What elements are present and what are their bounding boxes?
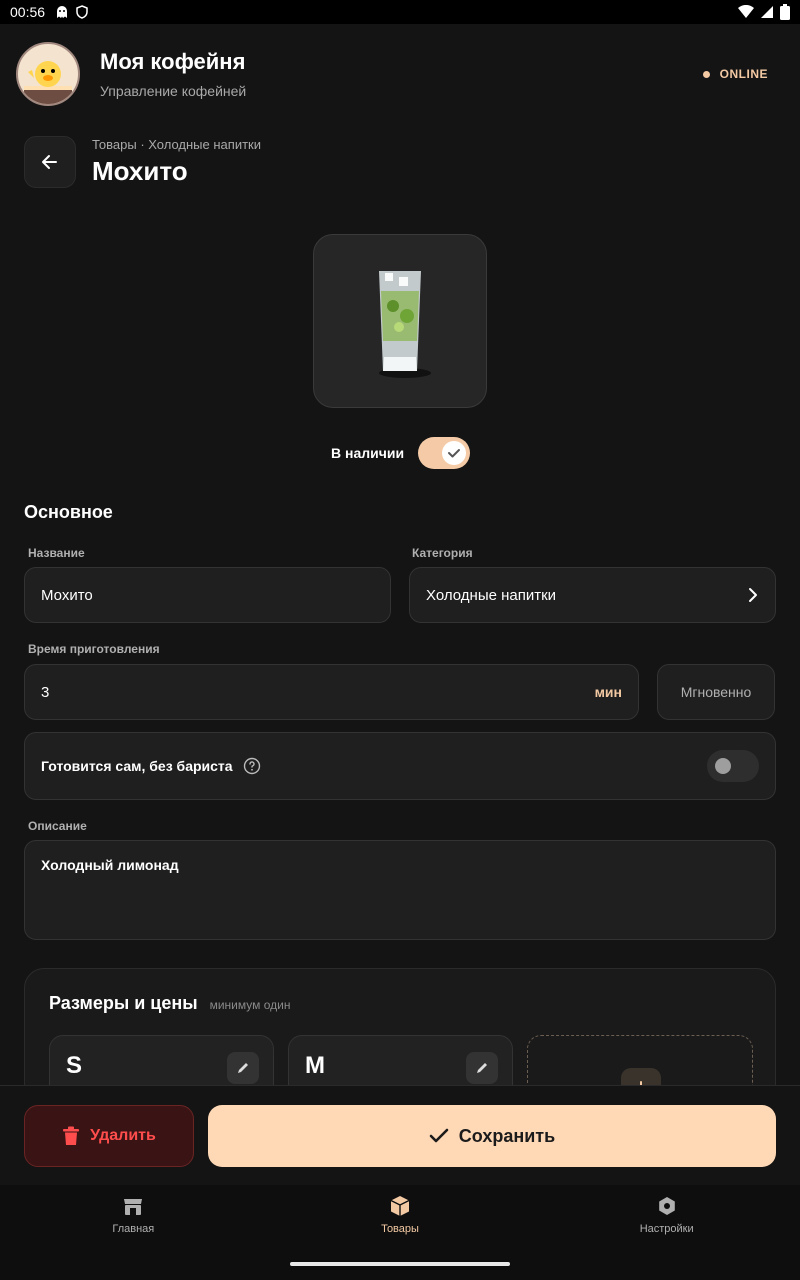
page-title: Мохито <box>92 156 188 186</box>
duck-mascot-icon <box>24 61 72 104</box>
save-label: Сохранить <box>458 1125 556 1146</box>
app-subtitle: Управление кофейней <box>100 83 247 99</box>
shield-icon <box>76 5 88 19</box>
description-value: Холодный лимонад <box>41 857 179 873</box>
sizes-header: Размеры и цены минимум один <box>49 993 290 1014</box>
size-label: S <box>66 1052 83 1079</box>
edit-size-button[interactable] <box>466 1052 498 1084</box>
self-prep-row: Готовится сам, без бариста <box>24 732 776 800</box>
mojito-glass-icon <box>379 271 431 378</box>
toggle-knob <box>715 758 731 774</box>
category-value: Холодные напитки <box>426 586 557 604</box>
save-button[interactable]: Сохранить <box>208 1105 776 1167</box>
ghost-icon <box>57 6 68 18</box>
store-icon <box>124 1199 143 1215</box>
description-label: Описание <box>28 819 87 833</box>
page-header: Товары · Холодные напитки Мохито <box>24 136 776 188</box>
sizes-subtitle: минимум один <box>209 998 291 1012</box>
back-button[interactable] <box>24 136 76 188</box>
edit-size-button[interactable] <box>227 1052 259 1084</box>
delete-label: Удалить <box>90 1127 156 1144</box>
toggle-knob <box>442 441 467 465</box>
availability-toggle[interactable] <box>418 437 471 469</box>
product-image[interactable] <box>313 234 487 408</box>
action-bar: Удалить Сохранить <box>0 1085 800 1185</box>
pencil-icon <box>477 1063 487 1073</box>
check-icon <box>448 449 461 458</box>
status-time: 00:56 <box>10 4 46 20</box>
prep-time-value: 3 <box>41 683 50 701</box>
category-label: Категория <box>412 546 473 560</box>
status-bar: 00:56 <box>0 0 800 24</box>
delete-button[interactable]: Удалить <box>24 1105 194 1167</box>
brand: Моя кофейня Управление кофейней <box>100 49 246 99</box>
avatar[interactable] <box>16 42 80 106</box>
prep-time-field[interactable]: 3 мин <box>24 664 639 720</box>
name-value: Мохито <box>41 586 93 604</box>
app-topbar: Моя кофейня Управление кофейней ONLINE <box>0 24 800 124</box>
battery-icon <box>780 4 790 20</box>
sizes-title: Размеры и цены <box>49 993 198 1013</box>
signal-icon <box>761 6 773 18</box>
instant-button[interactable]: Мгновенно <box>657 664 775 720</box>
nav-label: Настройки <box>639 1223 694 1235</box>
section-title-basic: Основное <box>24 502 113 522</box>
availability-label: В наличии <box>331 445 405 461</box>
breadcrumb: Товары · Холодные напитки <box>92 137 261 152</box>
prep-time-label: Время приготовления <box>28 642 160 656</box>
nav-item-settings[interactable]: Настройки <box>533 1185 800 1280</box>
availability-row: В наличии <box>331 436 471 470</box>
trash-icon <box>63 1126 80 1145</box>
pencil-icon <box>238 1063 248 1073</box>
chevron-right-icon <box>749 588 757 602</box>
nav-label: Товары <box>381 1223 419 1235</box>
name-field[interactable]: Мохито <box>24 567 391 623</box>
name-label: Название <box>28 546 85 560</box>
app-title: Моя кофейня <box>100 49 246 74</box>
online-status-label: ONLINE <box>719 67 768 81</box>
prep-time-unit: мин <box>594 684 622 700</box>
home-indicator[interactable] <box>290 1262 510 1266</box>
box-icon <box>390 1196 410 1216</box>
wifi-icon <box>738 5 754 18</box>
nav-item-home[interactable]: Главная <box>0 1185 267 1280</box>
check-icon <box>429 1128 449 1143</box>
arrow-left-icon <box>42 155 57 169</box>
description-field[interactable]: Холодный лимонад <box>24 840 776 940</box>
help-icon[interactable] <box>243 757 261 775</box>
size-label: M <box>305 1052 325 1079</box>
online-status: ONLINE <box>702 67 768 81</box>
header-text: Товары · Холодные напитки Мохито <box>92 137 261 187</box>
nav-label: Главная <box>112 1223 155 1235</box>
gear-icon <box>658 1197 675 1215</box>
self-prep-label: Готовится сам, без бариста <box>41 758 233 774</box>
status-dot-icon <box>702 70 710 78</box>
self-prep-toggle[interactable] <box>707 750 759 782</box>
category-select[interactable]: Холодные напитки <box>409 567 776 623</box>
